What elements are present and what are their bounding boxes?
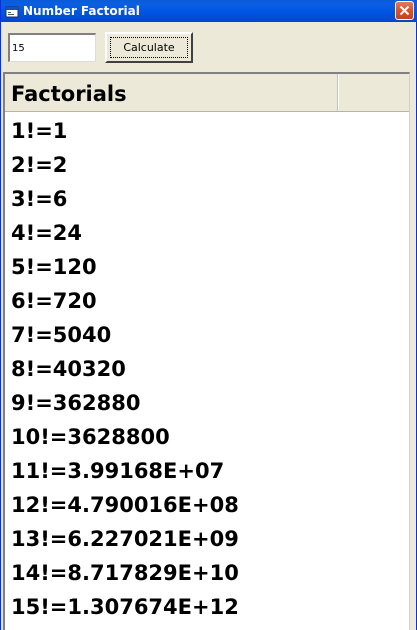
list-item[interactable]: 14!=8.717829E+10 [5, 556, 409, 590]
list-item[interactable]: 12!=4.790016E+08 [5, 488, 409, 522]
column-header-empty[interactable] [338, 74, 409, 111]
list-item[interactable]: 9!=362880 [5, 386, 409, 420]
list-header: Factorials [5, 74, 409, 112]
number-input[interactable] [8, 33, 96, 62]
calculate-button[interactable]: Calculate [105, 32, 193, 63]
list-item[interactable]: 2!=2 [5, 148, 409, 182]
list-item[interactable]: 4!=24 [5, 216, 409, 250]
list-item[interactable]: 6!=720 [5, 284, 409, 318]
list-item[interactable]: 1!=1 [5, 114, 409, 148]
column-header-factorials[interactable]: Factorials [5, 74, 338, 111]
window-title: Number Factorial [23, 4, 140, 18]
list-item[interactable]: 8!=40320 [5, 352, 409, 386]
list-item[interactable]: 15!=1.307674E+12 [5, 590, 409, 624]
list-item[interactable]: 11!=3.99168E+07 [5, 454, 409, 488]
list-item[interactable]: 7!=5040 [5, 318, 409, 352]
close-button[interactable] [395, 1, 414, 20]
list-item[interactable]: 5!=120 [5, 250, 409, 284]
app-window: Number Factorial Calculate Factorials 1!… [0, 0, 417, 630]
list-rows: 1!=1 2!=2 3!=6 4!=24 5!=120 6!=720 7!=50… [5, 114, 409, 624]
close-icon [399, 5, 410, 16]
factorials-list[interactable]: Factorials 1!=1 2!=2 3!=6 4!=24 5!=120 6… [3, 72, 410, 630]
title-bar[interactable]: Number Factorial [1, 0, 417, 22]
app-window-icon [5, 4, 19, 18]
list-item[interactable]: 3!=6 [5, 182, 409, 216]
column-header-label: Factorials [11, 82, 127, 106]
list-item[interactable]: 13!=6.227021E+09 [5, 522, 409, 556]
list-item[interactable]: 10!=3628800 [5, 420, 409, 454]
calculate-button-label: Calculate [123, 40, 175, 54]
